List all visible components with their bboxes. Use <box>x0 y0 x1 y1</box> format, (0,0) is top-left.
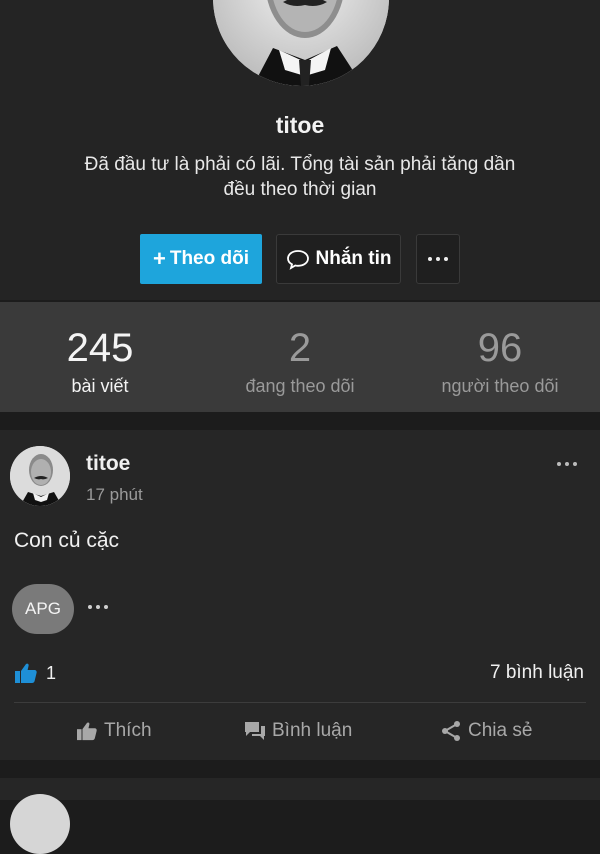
thumbs-up-icon <box>76 721 98 741</box>
tag-more-button[interactable] <box>88 602 108 612</box>
profile-more-button[interactable] <box>416 234 460 284</box>
stock-tag[interactable]: APG <box>12 584 74 634</box>
chat-bubble-icon <box>286 248 310 270</box>
share-button-label: Chia sẻ <box>468 720 533 741</box>
profile-stats: 245 bài viết 2 đang theo dõi 96 người th… <box>0 302 600 412</box>
follow-button-label: Theo dõi <box>169 248 249 269</box>
stat-followers[interactable]: 96 người theo dõi <box>400 302 600 412</box>
bio-line-1: Đã đầu tư là phải có lãi. Tổng tài sản p… <box>84 154 516 175</box>
more-dots-icon <box>557 462 577 466</box>
post-author-avatar-image <box>10 446 70 506</box>
post-menu-button[interactable] <box>552 456 582 472</box>
stat-posts-value: 245 <box>66 326 134 370</box>
post-author-avatar[interactable] <box>10 794 70 854</box>
share-button[interactable]: Chia sẻ <box>440 720 532 742</box>
stat-following-label: đang theo dõi <box>245 376 355 396</box>
share-icon <box>440 720 462 742</box>
message-button[interactable]: Nhắn tin <box>276 234 401 284</box>
comment-icon <box>244 721 266 741</box>
follow-button[interactable]: + Theo dõi <box>140 234 262 284</box>
post-author-name[interactable]: titoe <box>86 452 130 476</box>
profile-bio: Đã đầu tư là phải có lãi. Tổng tài sản p… <box>60 152 540 202</box>
like-count: 1 <box>46 662 57 683</box>
profile-avatar[interactable] <box>213 0 389 86</box>
comment-button-label: Bình luận <box>272 720 353 741</box>
post-author-avatar[interactable] <box>10 446 70 506</box>
comment-count-link[interactable]: 7 bình luận <box>490 662 584 684</box>
more-dots-icon <box>88 605 108 609</box>
profile-username: titoe <box>275 112 325 138</box>
stat-posts-label: bài viết <box>71 376 129 396</box>
post-card: titoe 17 phút Con củ cặc APG 1 7 bình lu… <box>0 430 600 760</box>
stat-posts[interactable]: 245 bài viết <box>0 302 200 412</box>
like-summary[interactable]: 1 <box>14 662 56 684</box>
post-card-next <box>0 778 600 854</box>
profile-avatar-image <box>213 0 389 86</box>
like-button[interactable]: Thích <box>76 720 152 742</box>
stat-following[interactable]: 2 đang theo dõi <box>200 302 400 412</box>
stat-followers-label: người theo dõi <box>441 376 559 396</box>
profile-header: titoe Đã đầu tư là phải có lãi. Tổng tài… <box>0 0 600 300</box>
plus-icon: + <box>152 246 166 271</box>
post-text: Con củ cặc <box>14 529 120 552</box>
message-button-label: Nhắn tin <box>315 248 392 269</box>
comment-button[interactable]: Bình luận <box>244 720 352 742</box>
bio-line-2: đều theo thời gian <box>223 179 377 200</box>
thumbs-up-icon <box>14 662 38 684</box>
like-button-label: Thích <box>104 720 152 741</box>
post-timestamp: 17 phút <box>86 485 143 504</box>
post-divider <box>14 702 586 703</box>
stat-followers-value: 96 <box>477 326 523 370</box>
stat-following-value: 2 <box>288 326 312 370</box>
more-dots-icon <box>428 257 448 261</box>
